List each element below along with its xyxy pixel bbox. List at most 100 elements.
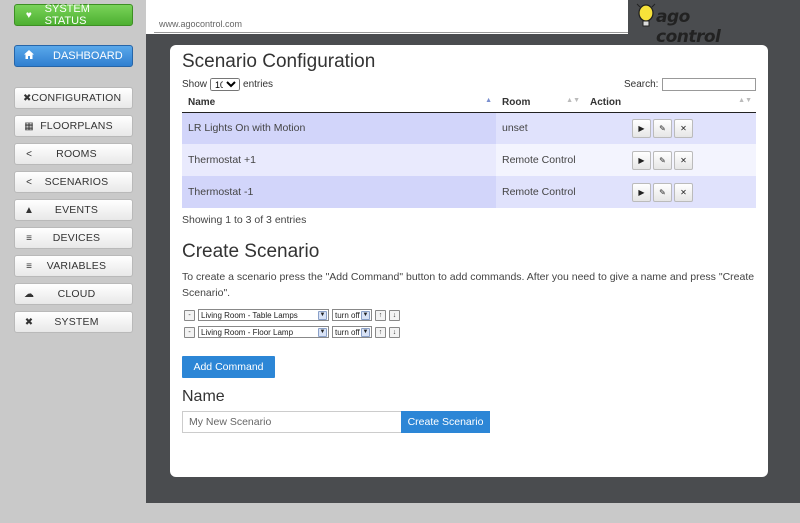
sort-icon: ▲▼	[566, 97, 580, 104]
create-scenario-description: To create a scenario press the "Add Comm…	[182, 271, 755, 299]
sidebar-item-configuration[interactable]: ✖ CONFIGURATION	[14, 87, 133, 109]
sidebar-item-label: SCENARIOS	[44, 176, 109, 188]
sort-icon: ▲▼	[738, 97, 752, 104]
move-down-button[interactable]: ↓	[389, 326, 400, 338]
action-select-value: turn off	[335, 310, 360, 320]
edit-button[interactable]: ✎	[653, 118, 672, 138]
sidebar: ♥ SYSTEM STATUS DASHBOARD ✖ CONFIGURATIO…	[0, 0, 146, 523]
run-button[interactable]: ▶	[632, 150, 651, 170]
tools-icon: ✖	[23, 92, 32, 104]
ago-control-logo[interactable]: ago control	[636, 2, 746, 47]
close-icon: ✕	[680, 123, 687, 133]
device-select-value: Living Room - Table Lamps	[201, 310, 298, 320]
scenario-actions: ▶ ✎ ✕	[584, 144, 756, 176]
column-header-action[interactable]: Action ▲▼	[584, 93, 756, 113]
move-down-button[interactable]: ↓	[389, 309, 400, 321]
sidebar-item-rooms[interactable]: < ROOMS	[14, 143, 133, 165]
move-up-button[interactable]: ↑	[375, 326, 386, 338]
remove-command-button[interactable]: -	[184, 326, 195, 338]
name-title: Name	[182, 388, 225, 405]
heart-icon: ♥	[25, 9, 32, 21]
column-label: Name	[188, 96, 216, 108]
sidebar-item-label: EVENTS	[54, 204, 99, 216]
play-icon: ▶	[638, 123, 645, 133]
action-select-value: turn off	[335, 327, 360, 337]
action-select[interactable]: turn off ▼	[332, 309, 372, 321]
pencil-icon: ✎	[659, 123, 666, 133]
delete-button[interactable]: ✕	[674, 150, 693, 170]
run-button[interactable]: ▶	[632, 182, 651, 202]
scenario-room: Remote Control	[496, 176, 584, 208]
grid-icon: ▦	[24, 120, 34, 132]
sidebar-item-label: CLOUD	[57, 288, 96, 300]
sidebar-item-label: SYSTEM	[54, 316, 99, 328]
system-status-button[interactable]: ♥ SYSTEM STATUS	[14, 3, 133, 27]
move-up-button[interactable]: ↑	[375, 309, 386, 321]
sidebar-item-scenarios[interactable]: < SCENARIOS	[14, 171, 133, 193]
delete-button[interactable]: ✕	[674, 182, 693, 202]
scenario-table: Name ▲ Room ▲▼ Action ▲▼ LR Lights On with …	[182, 93, 756, 208]
table-search: Search:	[624, 78, 757, 91]
column-label: Action	[590, 96, 622, 108]
table-row[interactable]: Thermostat -1 Remote Control ▶ ✎ ✕	[182, 176, 756, 208]
pencil-icon: ✎	[659, 187, 666, 197]
sidebar-item-devices[interactable]: ≡ DEVICES	[14, 227, 133, 249]
device-select[interactable]: Living Room - Floor Lamp ▼	[198, 326, 329, 338]
column-header-room[interactable]: Room ▲▼	[496, 93, 584, 113]
sidebar-item-floorplans[interactable]: ▦ FLOORPLANS	[14, 115, 133, 137]
table-row[interactable]: Thermostat +1 Remote Control ▶ ✎ ✕	[182, 144, 756, 176]
dashboard-label: DASHBOARD	[53, 50, 123, 62]
list-icon: ≡	[26, 232, 32, 244]
list-icon: ≡	[26, 260, 32, 272]
show-label: Show	[182, 79, 208, 90]
sidebar-item-label: VARIABLES	[46, 260, 107, 272]
sidebar-item-events[interactable]: ▲ EVENTS	[14, 199, 133, 221]
scenario-room: Remote Control	[496, 144, 584, 176]
action-select[interactable]: turn off ▼	[332, 326, 372, 338]
sidebar-item-variables[interactable]: ≡ VARIABLES	[14, 255, 133, 277]
remove-command-button[interactable]: -	[184, 309, 195, 321]
device-select-value: Living Room - Floor Lamp	[201, 327, 294, 337]
chevron-down-icon: ▼	[361, 310, 370, 320]
scenario-name: Thermostat +1	[182, 144, 496, 176]
edit-button[interactable]: ✎	[653, 150, 672, 170]
play-icon: ▶	[638, 187, 645, 197]
sidebar-item-cloud[interactable]: ☁ CLOUD	[14, 283, 133, 305]
cloud-icon: ☁	[24, 288, 34, 300]
sidebar-item-system[interactable]: ✖ SYSTEM	[14, 311, 133, 333]
command-row: - Living Room - Floor Lamp ▼ turn off ▼ …	[184, 326, 400, 338]
dashboard-button[interactable]: DASHBOARD	[14, 45, 133, 67]
page-title: Scenario Configuration	[182, 51, 376, 72]
pencil-icon: ✎	[659, 155, 666, 165]
edit-button[interactable]: ✎	[653, 182, 672, 202]
scenario-actions: ▶ ✎ ✕	[584, 176, 756, 208]
site-url: www.agocontrol.com	[159, 19, 243, 29]
chevron-down-icon: ▼	[318, 327, 327, 337]
create-scenario-title: Create Scenario	[182, 241, 320, 262]
delete-button[interactable]: ✕	[674, 118, 693, 138]
table-row[interactable]: LR Lights On with Motion unset ▶ ✎ ✕	[182, 112, 756, 144]
scenario-room: unset	[496, 112, 584, 144]
sort-asc-icon: ▲	[485, 97, 492, 104]
scenario-name: Thermostat -1	[182, 176, 496, 208]
logo-text: ago control	[656, 7, 721, 47]
entries-length-control: Show 10 entries	[182, 78, 273, 91]
entries-select[interactable]: 10	[210, 78, 241, 91]
search-input[interactable]	[662, 78, 757, 91]
sidebar-item-label: FLOORPLANS	[40, 120, 113, 132]
header-divider	[154, 32, 628, 33]
scenario-name: LR Lights On with Motion	[182, 112, 496, 144]
table-info: Showing 1 to 3 of 3 entries	[182, 214, 307, 226]
close-icon: ✕	[680, 187, 687, 197]
add-command-button[interactable]: Add Command	[182, 356, 275, 378]
tools-icon: ✖	[24, 316, 34, 328]
column-header-name[interactable]: Name ▲	[182, 93, 496, 113]
device-select[interactable]: Living Room - Table Lamps ▼	[198, 309, 329, 321]
bullhorn-icon: ▲	[24, 204, 34, 216]
create-scenario-button[interactable]: Create Scenario	[401, 411, 490, 433]
scenario-name-input[interactable]: My New Scenario	[182, 411, 401, 433]
run-button[interactable]: ▶	[632, 118, 651, 138]
arrow-up-icon: ↑	[378, 311, 383, 319]
entries-label: entries	[243, 79, 274, 90]
search-label: Search:	[624, 79, 659, 90]
